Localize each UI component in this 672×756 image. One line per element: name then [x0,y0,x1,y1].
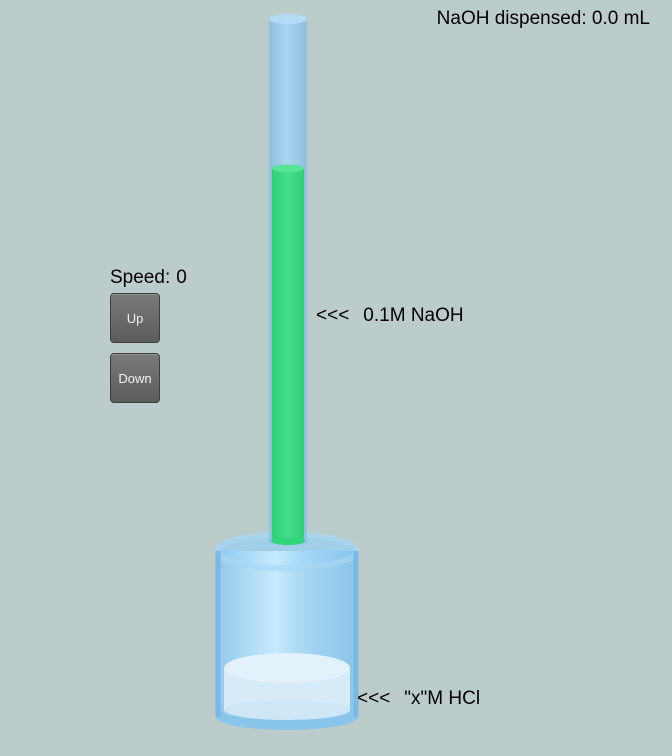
hcl-liquid-bottom [224,700,350,720]
apparatus [214,14,360,730]
beaker-arrow: <<< [357,688,391,709]
readout-value: 0.0 mL [591,8,650,29]
beaker-label: <<< "x"M HCl [357,688,480,710]
speed-value: 0 [176,267,187,288]
burette-tip [271,537,305,545]
speed-down-button[interactable]: Down [110,353,160,403]
speed-up-button[interactable]: Up [110,293,160,343]
burette-arrow: <<< [316,305,350,326]
titration-scene: NaOH dispensed: 0.0 mL Speed: 0 Up Down <… [0,0,672,756]
burette-solution-label: 0.1M NaOH [363,305,464,326]
naoh-liquid-surface [272,164,304,173]
burette-top [269,14,307,24]
speed-label: Speed: [110,267,171,288]
beaker-solution-label: "x"M HCl [404,688,481,709]
speed-display: Speed: 0 [110,267,187,289]
naoh-dispensed-readout: NaOH dispensed: 0.0 mL [437,8,650,30]
naoh-liquid [272,168,304,540]
readout-label: NaOH dispensed: [436,8,587,29]
burette-label: <<< 0.1M NaOH [316,305,464,327]
burette [269,14,307,545]
beaker [214,531,360,730]
hcl-liquid-surface [224,653,350,683]
